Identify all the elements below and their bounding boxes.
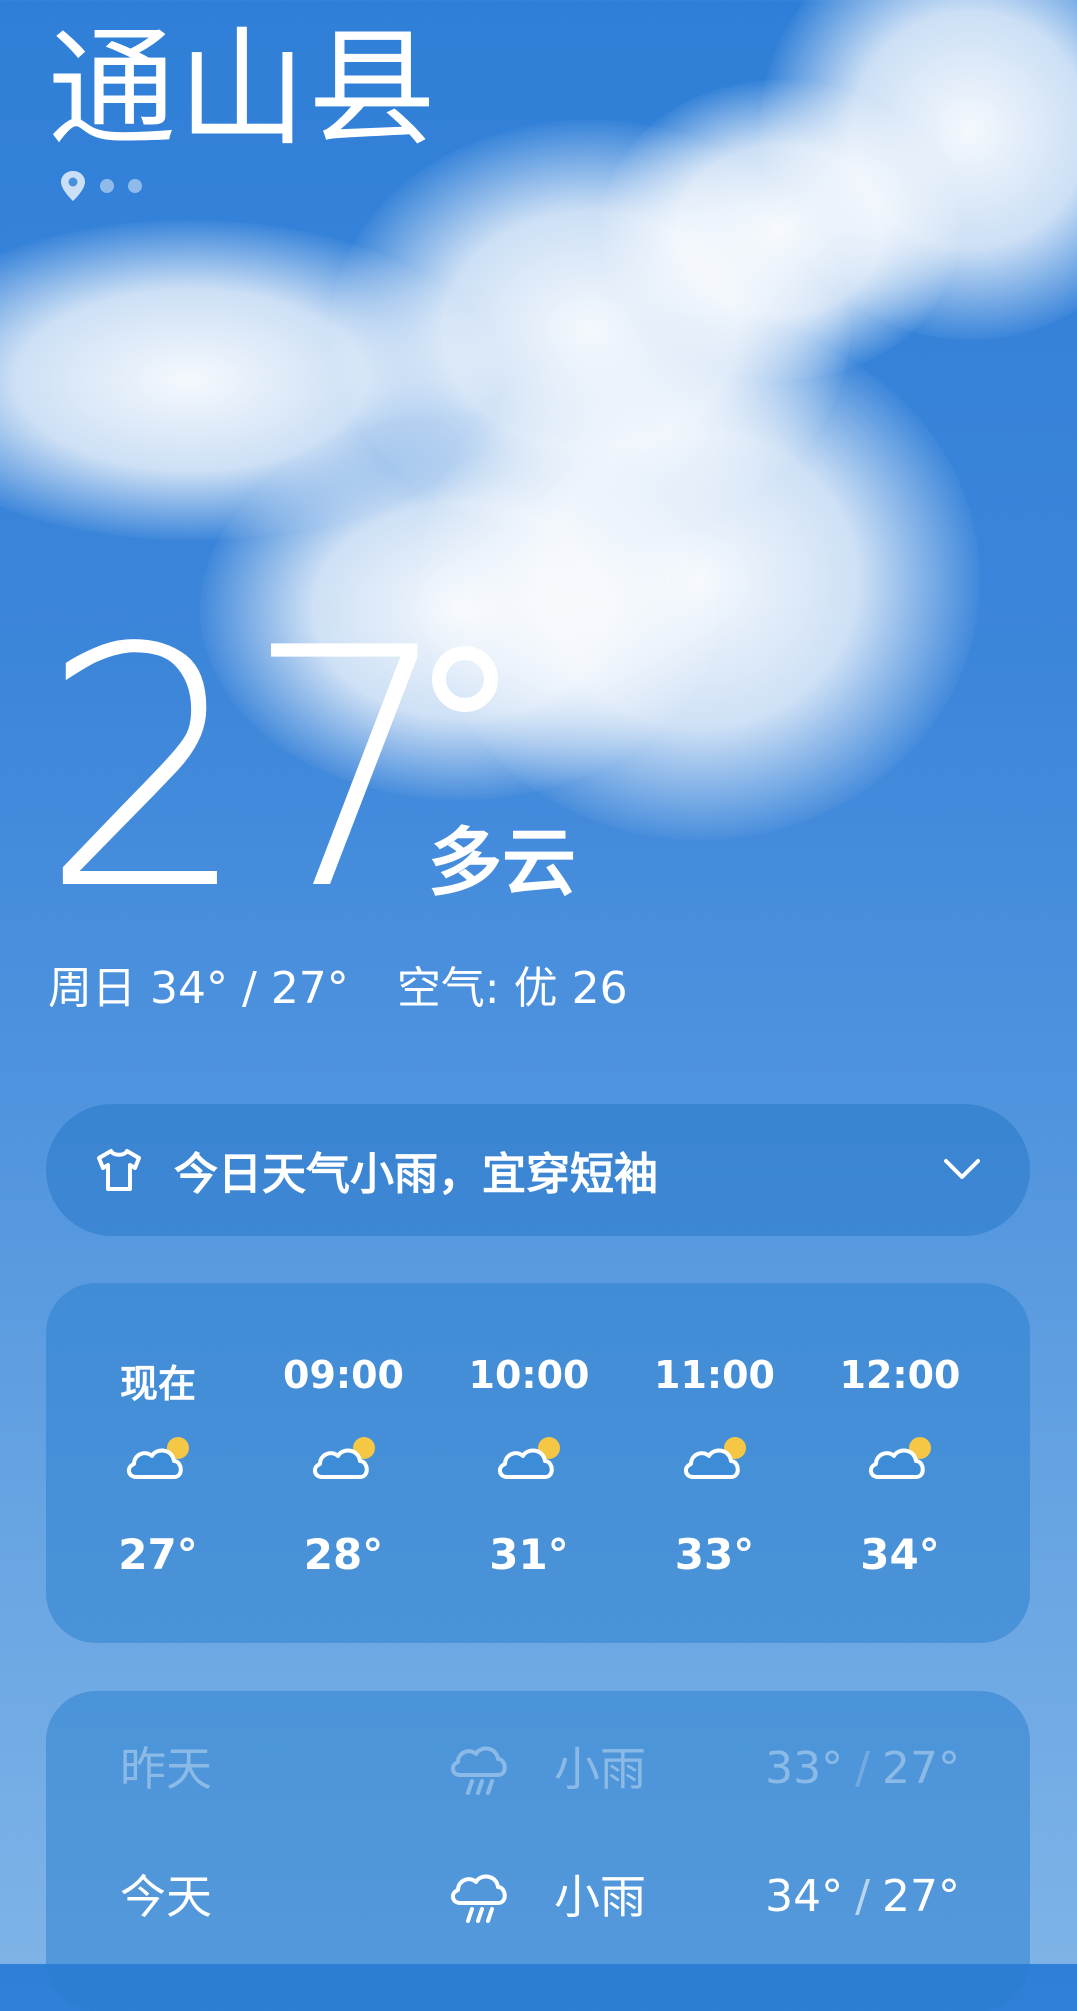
hour-temp: 34°: [860, 1530, 940, 1579]
hour-temp: 33°: [674, 1530, 755, 1579]
partly-cloudy-icon: [493, 1433, 565, 1489]
day-name: 今天: [120, 1870, 212, 1924]
chevron-down-icon[interactable]: [942, 1157, 982, 1183]
location-pin-icon: [61, 171, 85, 201]
hourly-forecast-card[interactable]: 现在 27° 09:00 28° 10:00 31° 11:00 33° 12:00 34°: [46, 1283, 1030, 1643]
current-condition: 多云: [428, 820, 576, 906]
day-low: 27°: [882, 1871, 960, 1922]
page-indicator: [60, 170, 142, 202]
tip-text: 今日天气小雨，宜穿短袖: [174, 1149, 658, 1200]
city-name[interactable]: 通山县: [48, 19, 438, 161]
current-temperature: 27: [40, 578, 454, 962]
day-temp-range: 33°/27°: [765, 1743, 960, 1794]
hour-time: 12:00: [839, 1353, 961, 1397]
hour-temp: 31°: [489, 1530, 569, 1579]
hour-time: 11:00: [654, 1353, 775, 1397]
daily-forecast-card[interactable]: 昨天 小雨 33°/27° 今天 小雨 34°/27°: [46, 1691, 1030, 2011]
day-temp-range: 34°/27°: [765, 1871, 960, 1922]
high-low-range: 周日 34° / 27°: [48, 963, 349, 1014]
shirt-icon: [97, 1149, 141, 1191]
air-value: 优 26: [513, 963, 628, 1014]
hour-time: 09:00: [283, 1353, 404, 1397]
hour-time: 10:00: [468, 1353, 590, 1397]
page-dot: [100, 179, 114, 193]
partly-cloudy-icon: [308, 1433, 380, 1489]
daily-row[interactable]: 今天 小雨 34°/27°: [46, 1847, 1030, 1947]
weekday-label: 周日: [48, 963, 136, 1014]
day-name: 昨天: [120, 1742, 212, 1796]
daily-row[interactable]: 昨天 小雨 33°/27°: [46, 1719, 1030, 1819]
hour-temp: 28°: [303, 1530, 384, 1579]
high-temp: 34°: [150, 963, 228, 1014]
day-high: 33°: [765, 1743, 844, 1794]
air-quality[interactable]: 空气: 优 26: [397, 952, 628, 1016]
partly-cloudy-icon: [122, 1433, 194, 1489]
light-rain-icon: [446, 1741, 518, 1803]
page-dot: [128, 179, 142, 193]
partly-cloudy-icon: [679, 1433, 751, 1489]
degree-symbol: [432, 646, 498, 712]
hour-temp: 27°: [118, 1530, 198, 1579]
clothing-tip-banner[interactable]: 今日天气小雨，宜穿短袖: [46, 1104, 1030, 1236]
day-low: 27°: [882, 1743, 960, 1794]
partly-cloudy-icon: [864, 1433, 936, 1489]
hour-time: 现在: [119, 1362, 196, 1406]
air-label: 空气:: [396, 963, 500, 1014]
today-summary: 周日 34° / 27° 空气: 优 26: [48, 952, 628, 1016]
light-rain-icon: [446, 1869, 518, 1931]
day-high: 34°: [765, 1871, 844, 1922]
low-temp: 27°: [270, 963, 349, 1014]
day-condition: 小雨: [554, 1870, 646, 1924]
day-condition: 小雨: [554, 1742, 646, 1796]
